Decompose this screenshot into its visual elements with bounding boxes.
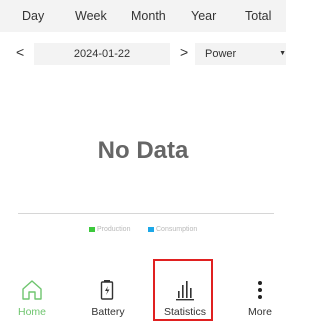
- nav-more-label: More: [248, 306, 272, 318]
- no-data-message: No Data: [97, 137, 189, 164]
- battery-icon: [100, 280, 114, 300]
- nav-battery-label: Battery: [91, 306, 125, 318]
- next-date-button[interactable]: >: [180, 44, 188, 60]
- metric-select[interactable]: Power ▼: [195, 43, 286, 65]
- nav-home[interactable]: Home: [2, 275, 62, 323]
- home-icon: [22, 280, 42, 300]
- tab-day[interactable]: Day: [22, 9, 44, 23]
- date-picker[interactable]: 2024-01-22: [34, 43, 170, 65]
- nav-battery[interactable]: Battery: [78, 275, 138, 323]
- caret-down-icon: ▼: [279, 50, 286, 57]
- consumption-swatch: [148, 226, 154, 232]
- legend-item-production: Production: [89, 224, 130, 234]
- more-vertical-icon: [258, 281, 262, 299]
- tab-year[interactable]: Year: [191, 9, 216, 23]
- legend-label-consumption: Consumption: [156, 225, 198, 233]
- statistics-highlight-box: [153, 259, 213, 321]
- tab-week[interactable]: Week: [75, 9, 107, 23]
- legend-label-production: Production: [97, 225, 131, 233]
- period-tab-bar: Day Week Month Year Total: [0, 0, 286, 32]
- tab-month[interactable]: Month: [131, 9, 166, 23]
- chart-axis-line: [18, 213, 274, 214]
- production-swatch: [89, 226, 95, 232]
- previous-date-button[interactable]: <: [16, 44, 24, 60]
- nav-more[interactable]: More: [230, 275, 290, 323]
- date-navigation: < 2024-01-22 > Power ▼: [0, 42, 286, 66]
- nav-home-label: Home: [17, 306, 46, 318]
- metric-select-value: Power: [205, 48, 237, 60]
- tab-total[interactable]: Total: [245, 9, 271, 23]
- legend-item-consumption: Consumption: [148, 224, 197, 234]
